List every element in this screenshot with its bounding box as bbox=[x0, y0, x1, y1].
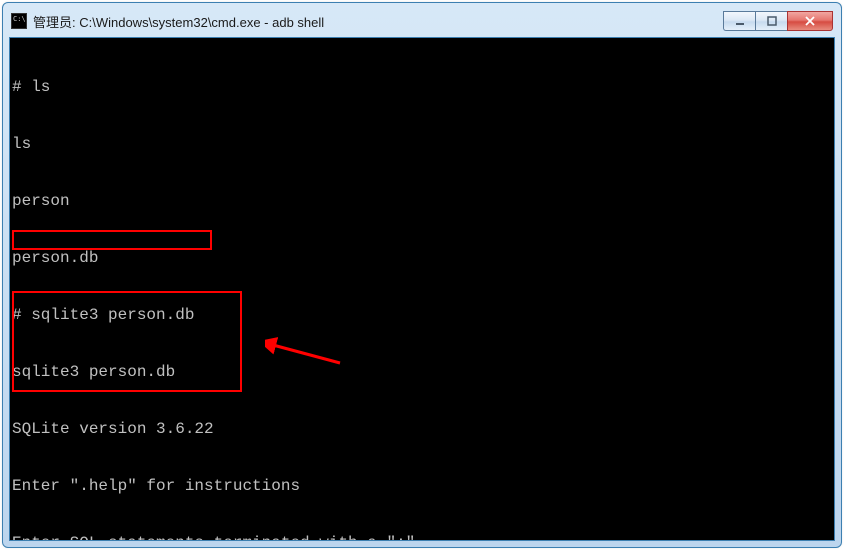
minimize-button[interactable] bbox=[723, 11, 755, 31]
cmd-icon bbox=[11, 13, 27, 29]
close-button[interactable] bbox=[787, 11, 833, 31]
window-title: 管理员: C:\Windows\system32\cmd.exe - adb s… bbox=[33, 12, 723, 31]
terminal-line: person bbox=[12, 192, 832, 211]
terminal-line: # ls bbox=[12, 78, 832, 97]
maximize-button[interactable] bbox=[755, 11, 787, 31]
terminal-line: Enter ".help" for instructions bbox=[12, 477, 832, 496]
terminal-line: ls bbox=[12, 135, 832, 154]
window-controls bbox=[723, 11, 833, 31]
terminal-line: person.db bbox=[12, 249, 832, 268]
terminal-line: Enter SQL statements terminated with a "… bbox=[12, 534, 832, 541]
terminal-line: sqlite3 person.db bbox=[12, 363, 832, 382]
titlebar[interactable]: 管理员: C:\Windows\system32\cmd.exe - adb s… bbox=[9, 9, 835, 33]
terminal-line: # sqlite3 person.db bbox=[12, 306, 832, 325]
terminal-line: SQLite version 3.6.22 bbox=[12, 420, 832, 439]
cmd-window: 管理员: C:\Windows\system32\cmd.exe - adb s… bbox=[2, 2, 842, 548]
annotation-box-query bbox=[12, 230, 212, 250]
terminal-output[interactable]: # ls ls person person.db # sqlite3 perso… bbox=[9, 37, 835, 541]
